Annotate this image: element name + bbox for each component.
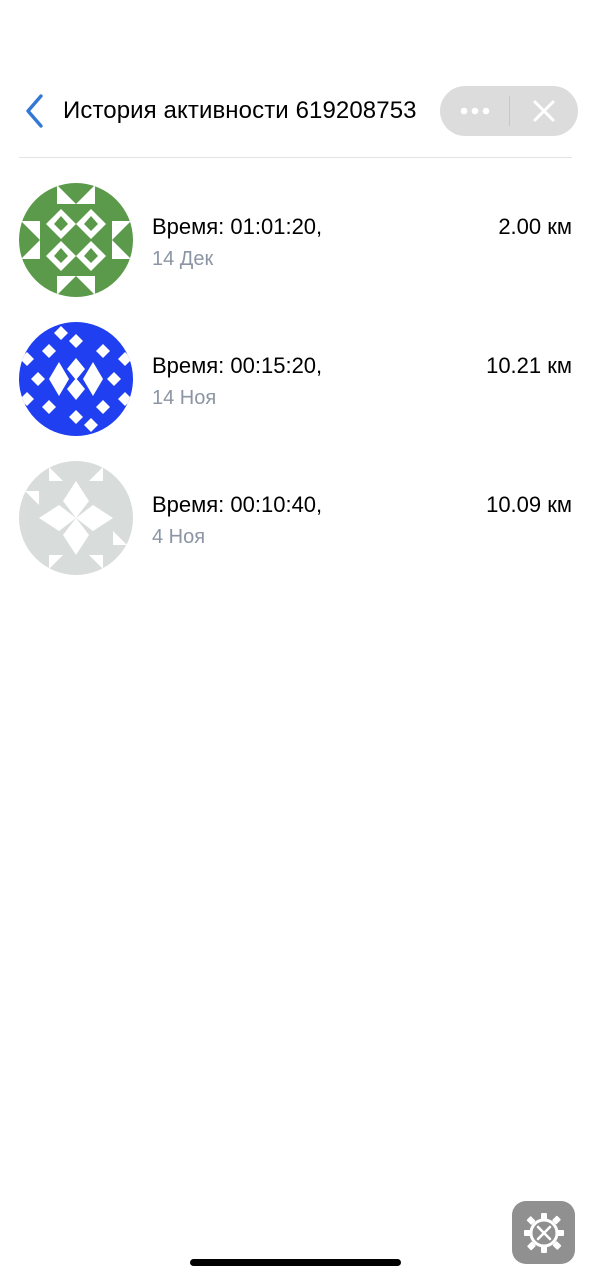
debug-tools-button[interactable] (512, 1201, 575, 1264)
activity-time: Время: 01:01:20, (152, 214, 323, 239)
activity-distance: 10.09 км (486, 492, 572, 517)
activity-time: Время: 00:15:20, (152, 353, 323, 378)
activity-avatar (19, 461, 133, 575)
header-divider (19, 157, 572, 158)
home-indicator (190, 1259, 401, 1266)
mini-app-capsule (440, 86, 578, 136)
close-icon (533, 100, 555, 122)
activity-time: Время: 00:10:40, (152, 492, 323, 517)
activity-avatar (19, 322, 133, 436)
activity-date: 14 Дек (152, 248, 214, 270)
activity-distance: 10.21 км (486, 353, 572, 378)
more-dots-icon (460, 107, 489, 115)
activity-row[interactable]: Время: 00:10:40, 4 Ноя 10.09 км (0, 438, 591, 576)
activity-row[interactable]: Время: 01:01:20, 14 Дек 2.00 км (0, 160, 591, 298)
back-button[interactable] (18, 92, 52, 130)
activity-date: 14 Ноя (152, 387, 217, 409)
navigation-bar: История активности 619208753 (0, 80, 591, 142)
chevron-left-icon (26, 94, 43, 128)
page-title: История активности 619208753 (63, 97, 417, 124)
activity-date: 4 Ноя (152, 526, 206, 548)
activity-avatar (19, 183, 133, 297)
activity-row[interactable]: Время: 00:15:20, 14 Ноя 10.21 км (0, 299, 591, 437)
gear-tools-icon (523, 1212, 564, 1253)
close-button[interactable] (510, 86, 578, 136)
activity-distance: 2.00 км (498, 214, 572, 239)
more-button[interactable] (440, 86, 509, 136)
